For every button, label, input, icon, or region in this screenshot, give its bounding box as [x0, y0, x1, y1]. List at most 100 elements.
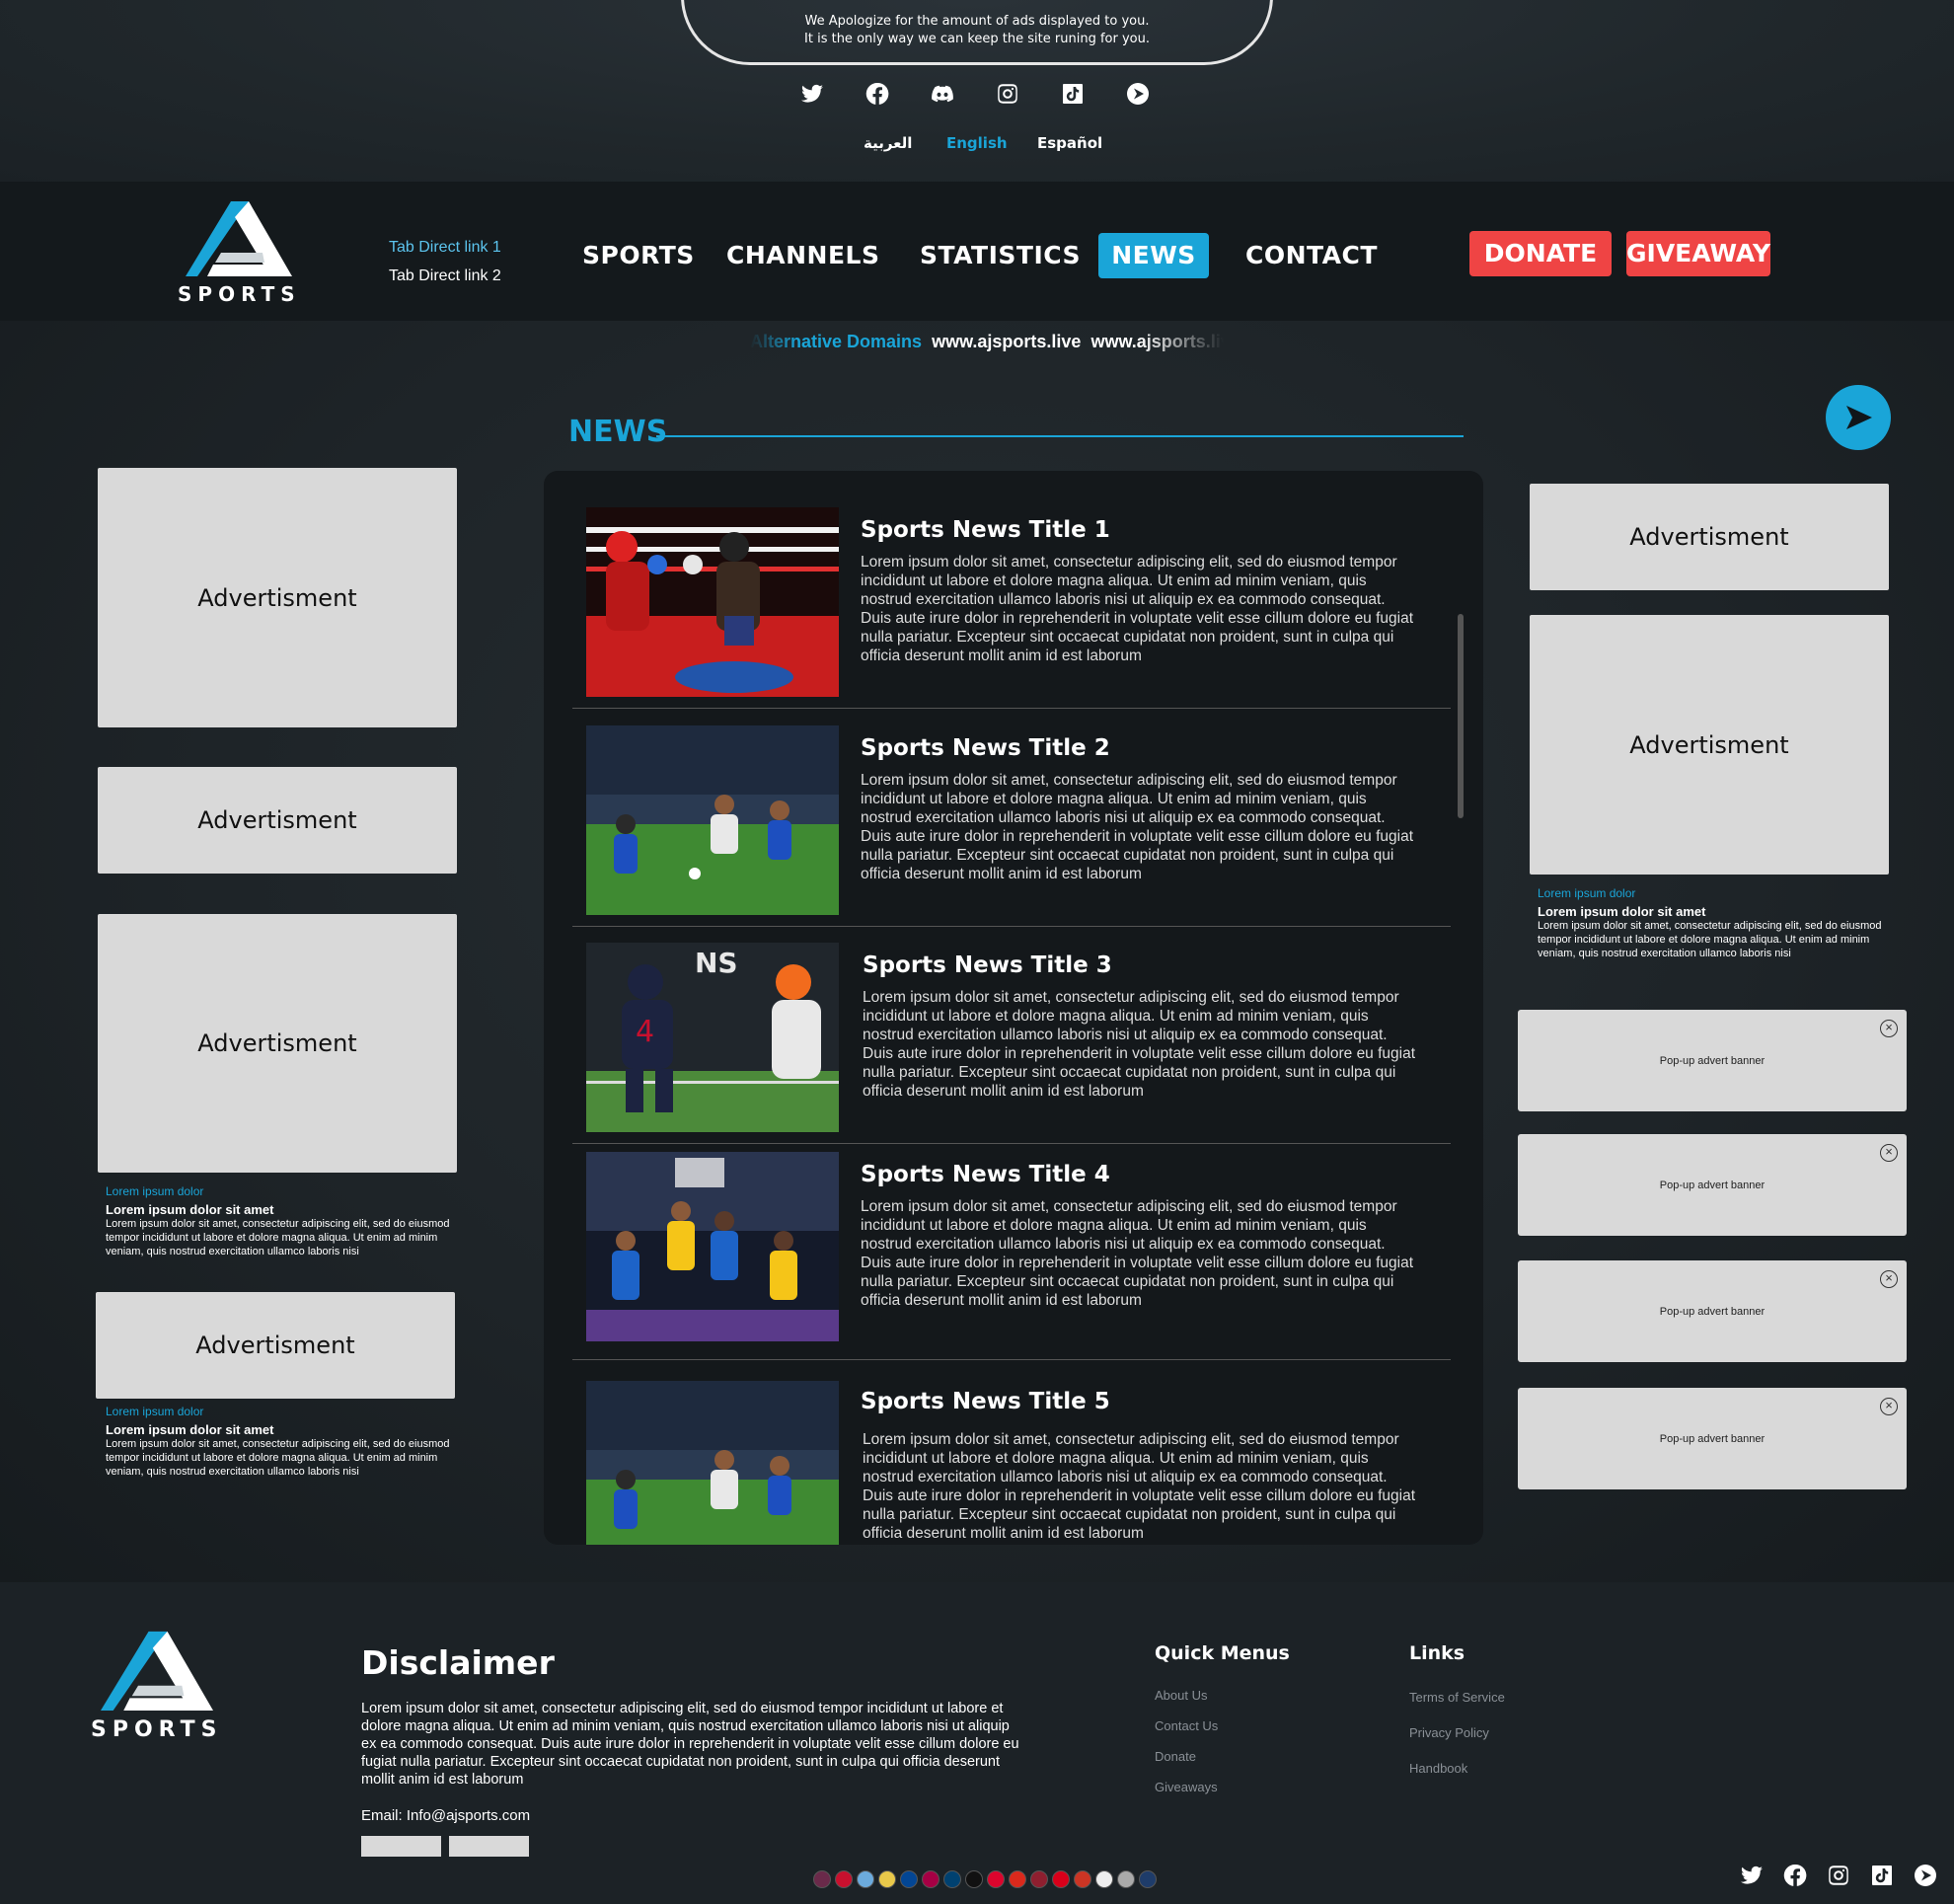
- popup-advert-banner-3[interactable]: Pop-up advert banner ×: [1518, 1260, 1907, 1362]
- alt-domain-link-1[interactable]: www.ajsports.live: [932, 332, 1081, 351]
- ad-caption-kicker[interactable]: Lorem ipsum dolor: [106, 1405, 461, 1418]
- news-title[interactable]: Sports News Title 5: [861, 1389, 1110, 1414]
- notice-line-1: We Apologize for the amount of ads displ…: [804, 14, 1150, 29]
- news-item-1[interactable]: Sports News Title 1 Lorem ipsum dolor si…: [572, 507, 1451, 724]
- ad-caption-title: Lorem ipsum dolor sit amet: [106, 1422, 274, 1437]
- news-list-panel[interactable]: Sports News Title 1 Lorem ipsum dolor si…: [544, 471, 1483, 1545]
- popup-advert-banner-4[interactable]: Pop-up advert banner ×: [1518, 1388, 1907, 1489]
- link-terms-of-service[interactable]: Terms of Service: [1409, 1690, 1505, 1705]
- links-title: Links: [1409, 1642, 1466, 1664]
- news-thumbnail-american-football[interactable]: 4 NS: [586, 943, 839, 1132]
- tab-direct-link-2[interactable]: Tab Direct link 2: [389, 262, 501, 290]
- twitter-icon[interactable]: [799, 81, 825, 107]
- news-title[interactable]: Sports News Title 1: [861, 517, 1110, 543]
- nav-channels[interactable]: CHANNELS: [726, 233, 879, 278]
- close-icon[interactable]: ×: [1880, 1144, 1898, 1162]
- nav-news[interactable]: NEWS: [1098, 233, 1209, 278]
- popup-advert-banner-1[interactable]: Pop-up advert banner ×: [1518, 1010, 1907, 1111]
- close-icon[interactable]: ×: [1880, 1270, 1898, 1288]
- quick-menu-contact-us[interactable]: Contact Us: [1155, 1718, 1218, 1733]
- quick-menu-about-us[interactable]: About Us: [1155, 1688, 1207, 1703]
- link-privacy-policy[interactable]: Privacy Policy: [1409, 1725, 1489, 1740]
- news-item-5[interactable]: Sports News Title 5 Lorem ipsum dolor si…: [572, 1381, 1451, 1545]
- club-crest-icon: [922, 1870, 939, 1888]
- news-item-4[interactable]: Sports News Title 4 Lorem ipsum dolor si…: [572, 1152, 1451, 1369]
- right-ad-2-caption: Lorem ipsum dolor Lorem ipsum dolor sit …: [1538, 886, 1893, 960]
- news-separator: [572, 926, 1451, 927]
- site-logo[interactable]: SPORTS: [178, 201, 301, 306]
- club-crest-icon: [965, 1870, 983, 1888]
- twitter-icon[interactable]: [1739, 1863, 1765, 1888]
- ads-apology-notice: We Apologize for the amount of ads displ…: [681, 0, 1273, 65]
- link-handbook[interactable]: Handbook: [1409, 1761, 1467, 1776]
- footer-logo[interactable]: SPORTS: [91, 1631, 222, 1742]
- news-heading-rule: [656, 435, 1464, 437]
- top-social-icons: [799, 81, 1155, 111]
- language-english[interactable]: English: [946, 134, 1008, 152]
- footer-badge-2[interactable]: [449, 1836, 529, 1857]
- news-body: Lorem ipsum dolor sit amet, consectetur …: [861, 772, 1414, 882]
- news-scrollbar[interactable]: [1458, 614, 1464, 818]
- language-arabic[interactable]: العربية: [864, 134, 912, 152]
- quick-menu-donate[interactable]: Donate: [1155, 1749, 1196, 1764]
- ad-caption-text: Lorem ipsum dolor sit amet, consectetur …: [1538, 920, 1882, 959]
- club-crests-row: [813, 1870, 1157, 1892]
- tiktok-icon[interactable]: [1869, 1863, 1895, 1888]
- giveaway-button[interactable]: GIVEAWAY: [1626, 231, 1770, 276]
- alt-domain-link-2[interactable]: www.ajsports.live: [1090, 332, 1240, 351]
- news-item-3[interactable]: 4 NS Sports News Title 3 Lorem ipsum dol…: [572, 943, 1451, 1160]
- disclaimer-title: Disclaimer: [361, 1643, 555, 1682]
- ad-label: Advertisment: [197, 806, 357, 834]
- popup-advert-banner-2[interactable]: Pop-up advert banner ×: [1518, 1134, 1907, 1236]
- news-thumbnail-soccer[interactable]: [586, 1381, 839, 1545]
- news-title[interactable]: Sports News Title 4: [861, 1162, 1110, 1187]
- right-ad-2[interactable]: Advertisment: [1530, 615, 1889, 875]
- close-icon[interactable]: ×: [1880, 1398, 1898, 1415]
- play-icon[interactable]: [1913, 1863, 1938, 1888]
- logo-wordmark: SPORTS: [91, 1717, 223, 1742]
- news-title[interactable]: Sports News Title 3: [863, 952, 1112, 978]
- close-icon[interactable]: ×: [1880, 1020, 1898, 1037]
- footer-email[interactable]: Email: Info@ajsports.com: [361, 1807, 530, 1824]
- news-item-2[interactable]: Sports News Title 2 Lorem ipsum dolor si…: [572, 725, 1451, 943]
- instagram-icon[interactable]: [1826, 1863, 1851, 1888]
- left-ad-3[interactable]: Advertisment: [98, 914, 457, 1173]
- facebook-icon[interactable]: [864, 81, 890, 107]
- discord-icon[interactable]: [930, 81, 955, 107]
- club-crest-icon: [1139, 1870, 1157, 1888]
- nav-sports[interactable]: SPORTS: [582, 233, 694, 278]
- club-crest-icon: [987, 1870, 1005, 1888]
- donate-button[interactable]: DONATE: [1469, 231, 1612, 276]
- notice-line-2: It is the only way we can keep the site …: [804, 32, 1150, 46]
- right-ad-1[interactable]: Advertisment: [1530, 484, 1889, 590]
- footer-social-icons: [1739, 1863, 1946, 1892]
- left-ad-1[interactable]: Advertisment: [98, 468, 457, 727]
- floating-play-button[interactable]: [1826, 385, 1891, 450]
- nav-contact[interactable]: CONTACT: [1245, 233, 1377, 278]
- instagram-icon[interactable]: [995, 81, 1020, 107]
- left-ad-4[interactable]: Advertisment: [96, 1292, 455, 1399]
- club-crest-icon: [1030, 1870, 1048, 1888]
- news-thumbnail-basketball[interactable]: [586, 1152, 839, 1341]
- footer-badge-1[interactable]: [361, 1836, 441, 1857]
- language-spanish[interactable]: Español: [1037, 134, 1102, 152]
- club-crest-icon: [857, 1870, 874, 1888]
- quick-menu-giveaways[interactable]: Giveaways: [1155, 1780, 1218, 1794]
- ad-caption-kicker[interactable]: Lorem ipsum dolor: [106, 1184, 461, 1198]
- ad-label: Advertisment: [197, 1029, 357, 1057]
- popup-label: Pop-up advert banner: [1659, 1179, 1766, 1191]
- news-thumbnail-boxing[interactable]: [586, 507, 839, 697]
- news-thumbnail-soccer[interactable]: [586, 725, 839, 915]
- left-ad-2[interactable]: Advertisment: [98, 767, 457, 874]
- nav-statistics[interactable]: STATISTICS: [920, 233, 1081, 278]
- play-icon[interactable]: [1125, 81, 1151, 107]
- tab-direct-link-1[interactable]: Tab Direct link 1: [389, 233, 501, 262]
- facebook-icon[interactable]: [1782, 1863, 1808, 1888]
- logo-a-icon: [186, 201, 293, 276]
- tiktok-icon[interactable]: [1060, 81, 1086, 107]
- news-title[interactable]: Sports News Title 2: [861, 735, 1110, 761]
- club-crest-icon: [1095, 1870, 1113, 1888]
- news-body: Lorem ipsum dolor sit amet, consectetur …: [861, 554, 1414, 664]
- ad-caption-kicker[interactable]: Lorem ipsum dolor: [1538, 886, 1893, 900]
- ad-caption-title: Lorem ipsum dolor sit amet: [106, 1202, 274, 1217]
